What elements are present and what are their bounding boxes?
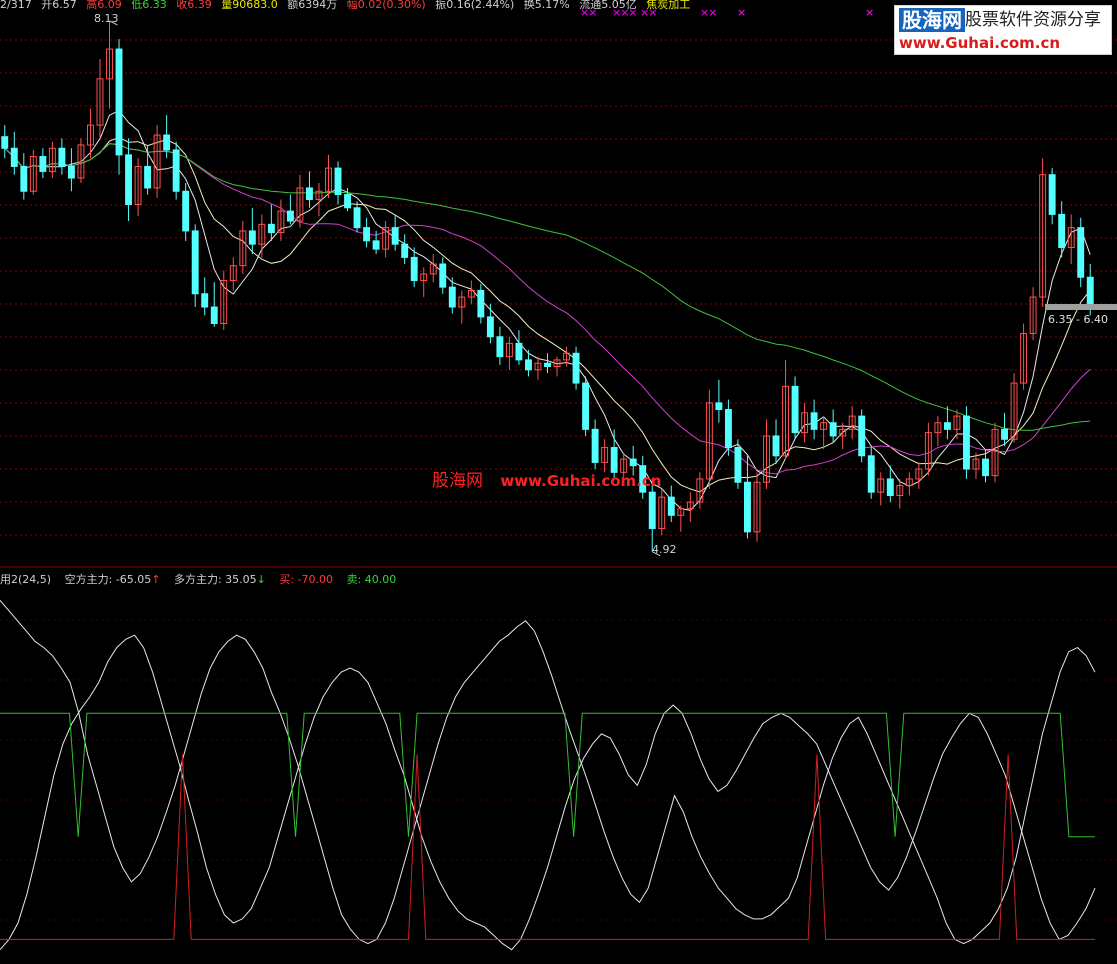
bear-force-line [0,599,1096,945]
candle-down [867,455,875,493]
candle-down [1086,276,1094,308]
ma10-line [4,136,1091,493]
down-arrow-icon: ↓ [256,573,266,586]
ma60-line [4,143,1091,431]
candle-down [572,352,580,384]
candle-down [667,496,675,516]
candle-down [334,167,342,196]
candle-down [67,165,75,179]
bull-force-label: 多方主力: 35.05↓ [173,573,266,586]
candle-down [39,156,47,172]
candle-down [544,362,551,368]
ma-lines [4,109,1091,511]
signal-markers: ×× ××× ×× ×× × × [0,6,900,20]
candle-down [525,359,532,371]
candle-down [791,385,799,434]
candle-down [486,316,494,338]
candle-down [648,491,656,530]
candle-down [829,422,837,437]
last-price-bar [1045,304,1117,310]
cross-marker: ××× [612,6,638,19]
watermark: 股海网 www.Guhai.com.cn [432,466,661,491]
candle-down [963,415,970,470]
price-grid [0,39,1117,536]
candle-down [10,147,18,167]
candle-down [810,412,818,430]
candle-down [306,187,313,201]
candle-down [144,165,152,189]
candle-down [515,342,523,361]
watermark-url: www.Guhai.com.cn [500,472,662,490]
candle-down [886,478,894,496]
candle-down [858,415,866,457]
indicator-lines [0,599,1096,951]
cross-marker: ×× [640,6,657,19]
candle-down [115,48,123,156]
logo-brand: 股海网 [899,8,965,32]
bull-force-line [0,634,1096,951]
candle-down [372,240,380,250]
candle-down [182,190,190,232]
ma5-line [4,109,1091,511]
cross-marker: × [865,6,874,19]
high-price-tag: 8.13 [94,12,119,25]
watermark-brand: 股海网 [432,471,483,491]
indicator-legend: 用2(24,5) 空方主力: -65.05↑ 多方主力: 35.05↓ 买: -… [0,573,406,587]
cross-marker: × [737,6,746,19]
candle-down [591,428,599,463]
candle-down [1048,174,1056,215]
site-logo: 股海网 股票软件资源分享 www.Guhai.com.cn [894,5,1112,55]
logo-slogan: 股票软件资源分享 [965,10,1101,30]
candle-down [772,435,780,457]
candle-down [1058,213,1066,248]
indicator-name: 用2(24,5) [0,573,52,586]
sell-label: 卖: 40.00 [346,573,397,586]
candle-down [201,293,209,308]
candle-down [477,289,485,318]
candle-down [448,286,456,308]
candle-down [439,263,447,288]
candle-down [401,243,409,258]
candle-down [724,409,732,449]
candle-down [286,210,294,222]
up-arrow-icon: ↑ [151,573,161,586]
candle-down [391,227,399,245]
candle-down [163,134,171,151]
candle-down [172,149,180,192]
cross-marker: ×× [580,6,597,19]
low-price-value: 4.92 [652,543,677,556]
candle-down [629,458,637,467]
candle-down [496,336,504,358]
candle-down [58,147,66,167]
low-price-tag: 4.92 [652,543,677,556]
cross-marker: ×× [700,6,717,19]
candle-down [715,402,723,411]
candle-down [1077,227,1085,278]
buy-line [0,754,1095,940]
candle-down [210,306,218,325]
candle-down [248,230,256,245]
indicator-grid [0,619,1117,921]
candle-down [734,447,742,483]
candle-down [20,165,28,192]
candle-down [744,481,751,533]
candle-down [1,136,9,149]
candle-down [582,382,590,430]
high-price-value: 8.13 [94,12,119,25]
buy-label: 买: -70.00 [279,573,334,586]
logo-url: www.Guhai.com.cn [899,34,1061,52]
candle-down [267,223,275,234]
candle-down [344,194,351,209]
last-price-range: 6.35 - 6.40 [1048,313,1108,326]
candle-down [125,154,132,205]
candle-down [1001,428,1008,440]
candle-down [191,230,199,295]
ma20-line [4,143,1091,475]
bear-force-label: 空方主力: -65.05↑ [64,573,161,586]
candle-down [353,207,361,229]
candle-down [363,227,371,242]
candle-down [410,256,418,282]
candle-down [982,458,989,477]
candle-down [943,422,951,430]
